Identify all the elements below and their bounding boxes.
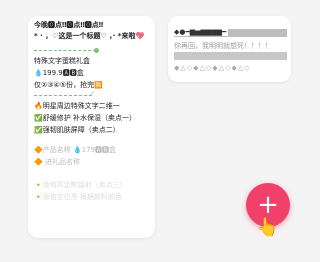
symbol-divider: ◆△◇◆△◇◆△◇◆△◇ (174, 64, 251, 72)
stock-note: 仅②③④⑤份，抢完🈚 (34, 81, 103, 89)
redacted-line: ◆●━▆▅▆▆▆▆━ (174, 28, 287, 37)
feature-line: ✅强韧肌肤屏障（卖点二） (34, 126, 120, 134)
template-card-right[interactable]: ◆●━▆▅▆▆▆▆━ 你再回，我明明就想死！！！！ ◆△◇◆△◇◆△◇◆△◇ (168, 16, 291, 82)
card-subtitle: * · ，♡这是一个标题♡ ，· *来啦💖 (34, 32, 145, 40)
faded-gift-line: 🔶 进礼品名称 (34, 158, 80, 166)
redacted-block (174, 52, 287, 60)
dashed-divider-check (34, 90, 95, 97)
template-card-left[interactable]: 今晚🅾点‼🅾点‼🅾点‼ * · ，♡这是一个标题♡ ，· *来啦💖 特殊文字蛋糕… (28, 16, 155, 238)
ghost-line: 🔸香格定位黑 根据颜料颜色 (34, 193, 122, 201)
line-text: ◆●━▆▅▆▆▆▆━ (174, 28, 229, 36)
pointing-hand-icon: 👆 (256, 217, 279, 238)
product-price: 💧199.9🅰🅱盒 (34, 69, 84, 77)
feature-line: ✅舒缓修护 补水保湿（卖点一） (34, 114, 136, 122)
product-name: 特殊文字蛋糕礼盒 (34, 57, 90, 65)
feature-line: 🔥明星周边特殊文字二维一 (34, 102, 120, 110)
card-title: 今晚🅾点‼🅾点‼🅾点‼ (34, 21, 104, 29)
faded-product-line: 🔶产品名称 💧179🅰🅱盒 (34, 146, 117, 154)
dashed-divider (34, 48, 99, 53)
quote-text: 你再回，我明明就想死！！！！ (174, 42, 272, 50)
ghost-line: 🔸香格高定制镭射（卖点三） (34, 181, 127, 189)
plus-icon: + (257, 190, 279, 220)
